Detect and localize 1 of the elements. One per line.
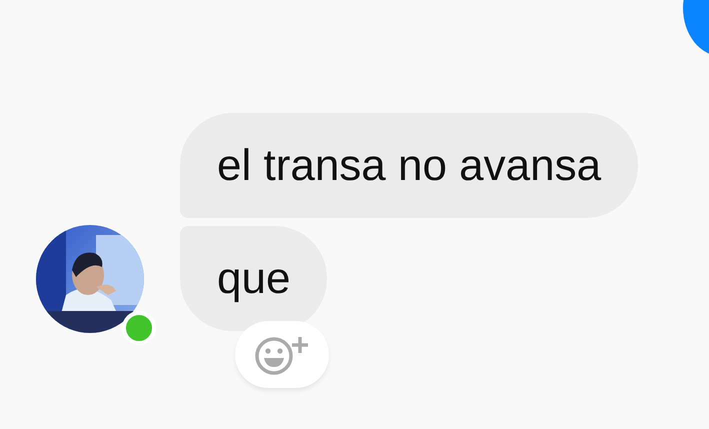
message-bubble: el transa no avansa xyxy=(180,113,638,218)
